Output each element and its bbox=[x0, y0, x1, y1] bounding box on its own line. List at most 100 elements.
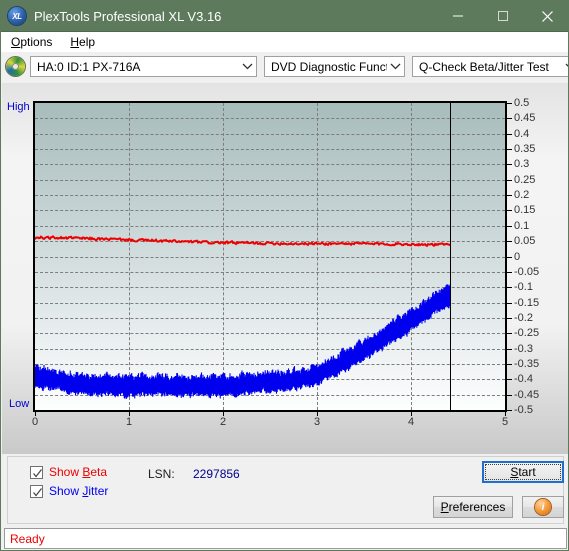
y-tick-mark bbox=[507, 348, 512, 350]
checkbox-checked-icon bbox=[30, 484, 43, 498]
y-tick-mark bbox=[507, 195, 512, 197]
x-tick-label: 0 bbox=[31, 416, 39, 428]
start-button-label-rest: tart bbox=[518, 465, 536, 479]
show-beta-checkbox[interactable]: Show Beta bbox=[30, 465, 107, 479]
y-tick-mark bbox=[507, 302, 512, 304]
y-tick-label: 0.5 bbox=[514, 97, 530, 109]
checkbox-checked-icon bbox=[30, 465, 43, 479]
maximize-button[interactable] bbox=[480, 1, 525, 31]
x-tick-label: 2 bbox=[219, 416, 227, 428]
y-tick-mark bbox=[507, 133, 512, 135]
y-tick-label: -0.3 bbox=[514, 342, 533, 355]
drive-select[interactable]: HA:0 ID:1 PX-716A bbox=[30, 56, 257, 77]
axis-label-high: High bbox=[7, 101, 30, 113]
preferences-button-label: Preferences bbox=[440, 500, 506, 514]
y-tick-label: 0.05 bbox=[514, 235, 536, 248]
position-marker-line bbox=[450, 103, 452, 410]
menu-item-options[interactable]: Options bbox=[3, 33, 60, 51]
x-tick-label: 5 bbox=[501, 416, 509, 428]
y-tick-label: -0.4 bbox=[514, 373, 533, 386]
close-icon bbox=[542, 10, 553, 22]
start-button[interactable]: Start bbox=[482, 461, 564, 483]
y-tick-mark bbox=[507, 410, 512, 411]
plot-inner bbox=[35, 103, 505, 410]
function-select-value: DVD Diagnostic Functions bbox=[271, 59, 387, 74]
info-icon: i bbox=[535, 499, 551, 515]
show-beta-label-rest: eta bbox=[90, 465, 108, 479]
y-tick-label: -0.35 bbox=[514, 357, 540, 370]
axis-label-low: Low bbox=[9, 398, 30, 410]
chevron-down-icon bbox=[387, 63, 404, 70]
preferences-button-label-rest: references bbox=[448, 500, 506, 514]
controls-group: Show Beta Show Jitter LSN: 2297856 Start… bbox=[7, 456, 564, 524]
chevron-down-icon bbox=[239, 63, 256, 70]
chart-panel: High Low 0.5 0.45 0.4 0.35 0.3 0.25 0.2 0.15 0.1… bbox=[2, 83, 568, 454]
y-tick-label: 0.25 bbox=[514, 173, 536, 186]
menu-item-help[interactable]: Help bbox=[62, 33, 103, 51]
show-jitter-checkbox[interactable]: Show Jitter bbox=[30, 484, 108, 498]
minimize-button[interactable] bbox=[435, 1, 480, 31]
x-tick-label: 4 bbox=[407, 416, 415, 428]
lsn-value: 2297856 bbox=[193, 467, 240, 481]
menu-bar: Options Help bbox=[1, 32, 568, 52]
y-tick-mark bbox=[507, 394, 512, 396]
close-button[interactable] bbox=[525, 1, 568, 31]
maximize-icon bbox=[497, 11, 508, 21]
y-tick-label: -0.5 bbox=[514, 404, 533, 416]
y-tick-mark bbox=[507, 363, 512, 365]
lsn-label: LSN: bbox=[148, 467, 175, 481]
y-tick-label: 0.35 bbox=[514, 143, 536, 156]
plextools-window: XL PlexTools Professional XL V3.16 Optio… bbox=[0, 0, 569, 551]
minimize-icon bbox=[452, 15, 463, 17]
y-tick-label: -0.45 bbox=[514, 388, 540, 401]
menu-item-options-label: ptions bbox=[20, 35, 53, 49]
y-tick-label: 0 bbox=[514, 250, 521, 263]
y-tick-label: -0.25 bbox=[514, 327, 540, 340]
start-button-label: Start bbox=[510, 465, 536, 479]
y-tick-mark bbox=[507, 118, 512, 120]
y-tick-label: 0.45 bbox=[514, 112, 536, 125]
window-title: PlexTools Professional XL V3.16 bbox=[34, 8, 222, 24]
show-beta-label: Show Beta bbox=[49, 465, 108, 479]
y-tick-mark bbox=[507, 103, 512, 104]
y-tick-mark bbox=[507, 287, 512, 289]
beta-trace bbox=[35, 235, 451, 248]
function-select[interactable]: DVD Diagnostic Functions bbox=[264, 56, 405, 77]
menu-item-help-label: elp bbox=[79, 35, 96, 49]
y-tick-label: 0.2 bbox=[514, 189, 530, 202]
y-tick-label: 0.15 bbox=[514, 204, 536, 217]
y-tick-mark bbox=[507, 333, 512, 335]
x-tick-label: 1 bbox=[125, 416, 133, 428]
status-text: Ready bbox=[10, 531, 45, 546]
x-tick-label: 3 bbox=[313, 416, 321, 428]
plot-area[interactable] bbox=[33, 101, 507, 412]
test-select[interactable]: Q-Check Beta/Jitter Test bbox=[412, 56, 568, 77]
y-tick-label: -0.2 bbox=[514, 311, 533, 324]
test-select-value: Q-Check Beta/Jitter Test bbox=[419, 59, 549, 74]
y-tick-label: -0.1 bbox=[514, 281, 533, 294]
selector-toolbar: HA:0 ID:1 PX-716A DVD Diagnostic Functio… bbox=[1, 52, 568, 81]
show-jitter-label-rest: itter bbox=[88, 484, 109, 498]
y-tick-label: 0.4 bbox=[514, 127, 530, 140]
y-tick-label: -0.15 bbox=[514, 296, 540, 309]
y-tick-mark bbox=[507, 379, 512, 381]
title-bar: XL PlexTools Professional XL V3.16 bbox=[1, 1, 568, 32]
status-bar: Ready bbox=[4, 528, 567, 549]
y-tick-mark bbox=[507, 317, 512, 319]
y-tick-mark bbox=[507, 210, 512, 212]
y-tick-mark bbox=[507, 164, 512, 166]
y-tick-mark bbox=[507, 241, 512, 243]
y-tick-label: 0.3 bbox=[514, 158, 530, 171]
y-tick-mark bbox=[507, 225, 512, 227]
preferences-button[interactable]: Preferences bbox=[433, 496, 513, 518]
disc-icon bbox=[6, 57, 25, 76]
y-tick-label: -0.05 bbox=[514, 265, 540, 278]
y-tick-mark bbox=[507, 179, 512, 181]
y-tick-mark bbox=[507, 149, 512, 151]
info-button[interactable]: i bbox=[522, 496, 564, 518]
chart-traces bbox=[35, 235, 451, 399]
show-jitter-label: Show Jitter bbox=[49, 484, 109, 498]
chevron-down-icon bbox=[562, 63, 568, 70]
y-tick-label: 0.1 bbox=[514, 219, 530, 232]
y-tick-mark bbox=[507, 271, 512, 273]
